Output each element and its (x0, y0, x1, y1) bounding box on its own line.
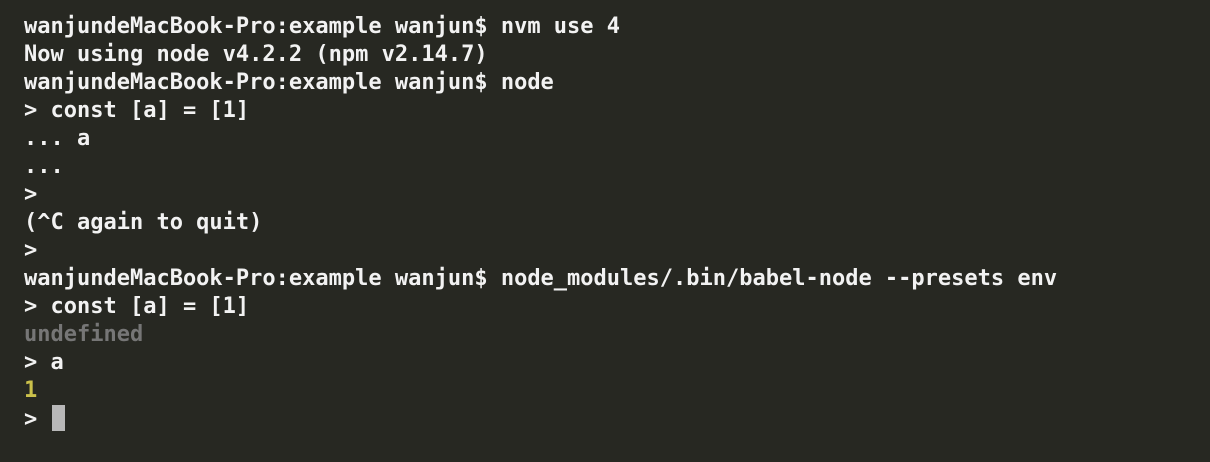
repl-line-continuation: ... a (24, 126, 91, 151)
terminal-line-prompt: wanjundeMacBook-Pro:example wanjun$ node (24, 70, 554, 95)
terminal-line-prompt: wanjundeMacBook-Pro:example wanjun$ node… (24, 266, 1058, 291)
repl-line-prompt: > (24, 238, 38, 263)
repl-active-prompt[interactable]: > (24, 405, 1210, 433)
terminal-window[interactable]: wanjundeMacBook-Pro:example wanjun$ nvm … (0, 0, 1210, 462)
terminal-line-output: Now using node v4.2.2 (npm v2.14.7) (24, 42, 488, 67)
repl-line-continuation: ... (24, 154, 64, 179)
repl-line-input: > const [a] = [1] (24, 98, 250, 123)
terminal-line-prompt: wanjundeMacBook-Pro:example wanjun$ nvm … (24, 14, 621, 39)
text-cursor (51, 405, 65, 431)
repl-line-output-number: 1 (24, 378, 38, 403)
repl-line-output: (^C again to quit) (24, 210, 263, 235)
repl-line-input: > const [a] = [1] (24, 294, 250, 319)
repl-prompt-symbol: > (24, 407, 51, 432)
repl-line-prompt: > (24, 182, 38, 207)
repl-line-input: > a (24, 350, 64, 375)
repl-line-output-undefined: undefined (24, 322, 144, 347)
